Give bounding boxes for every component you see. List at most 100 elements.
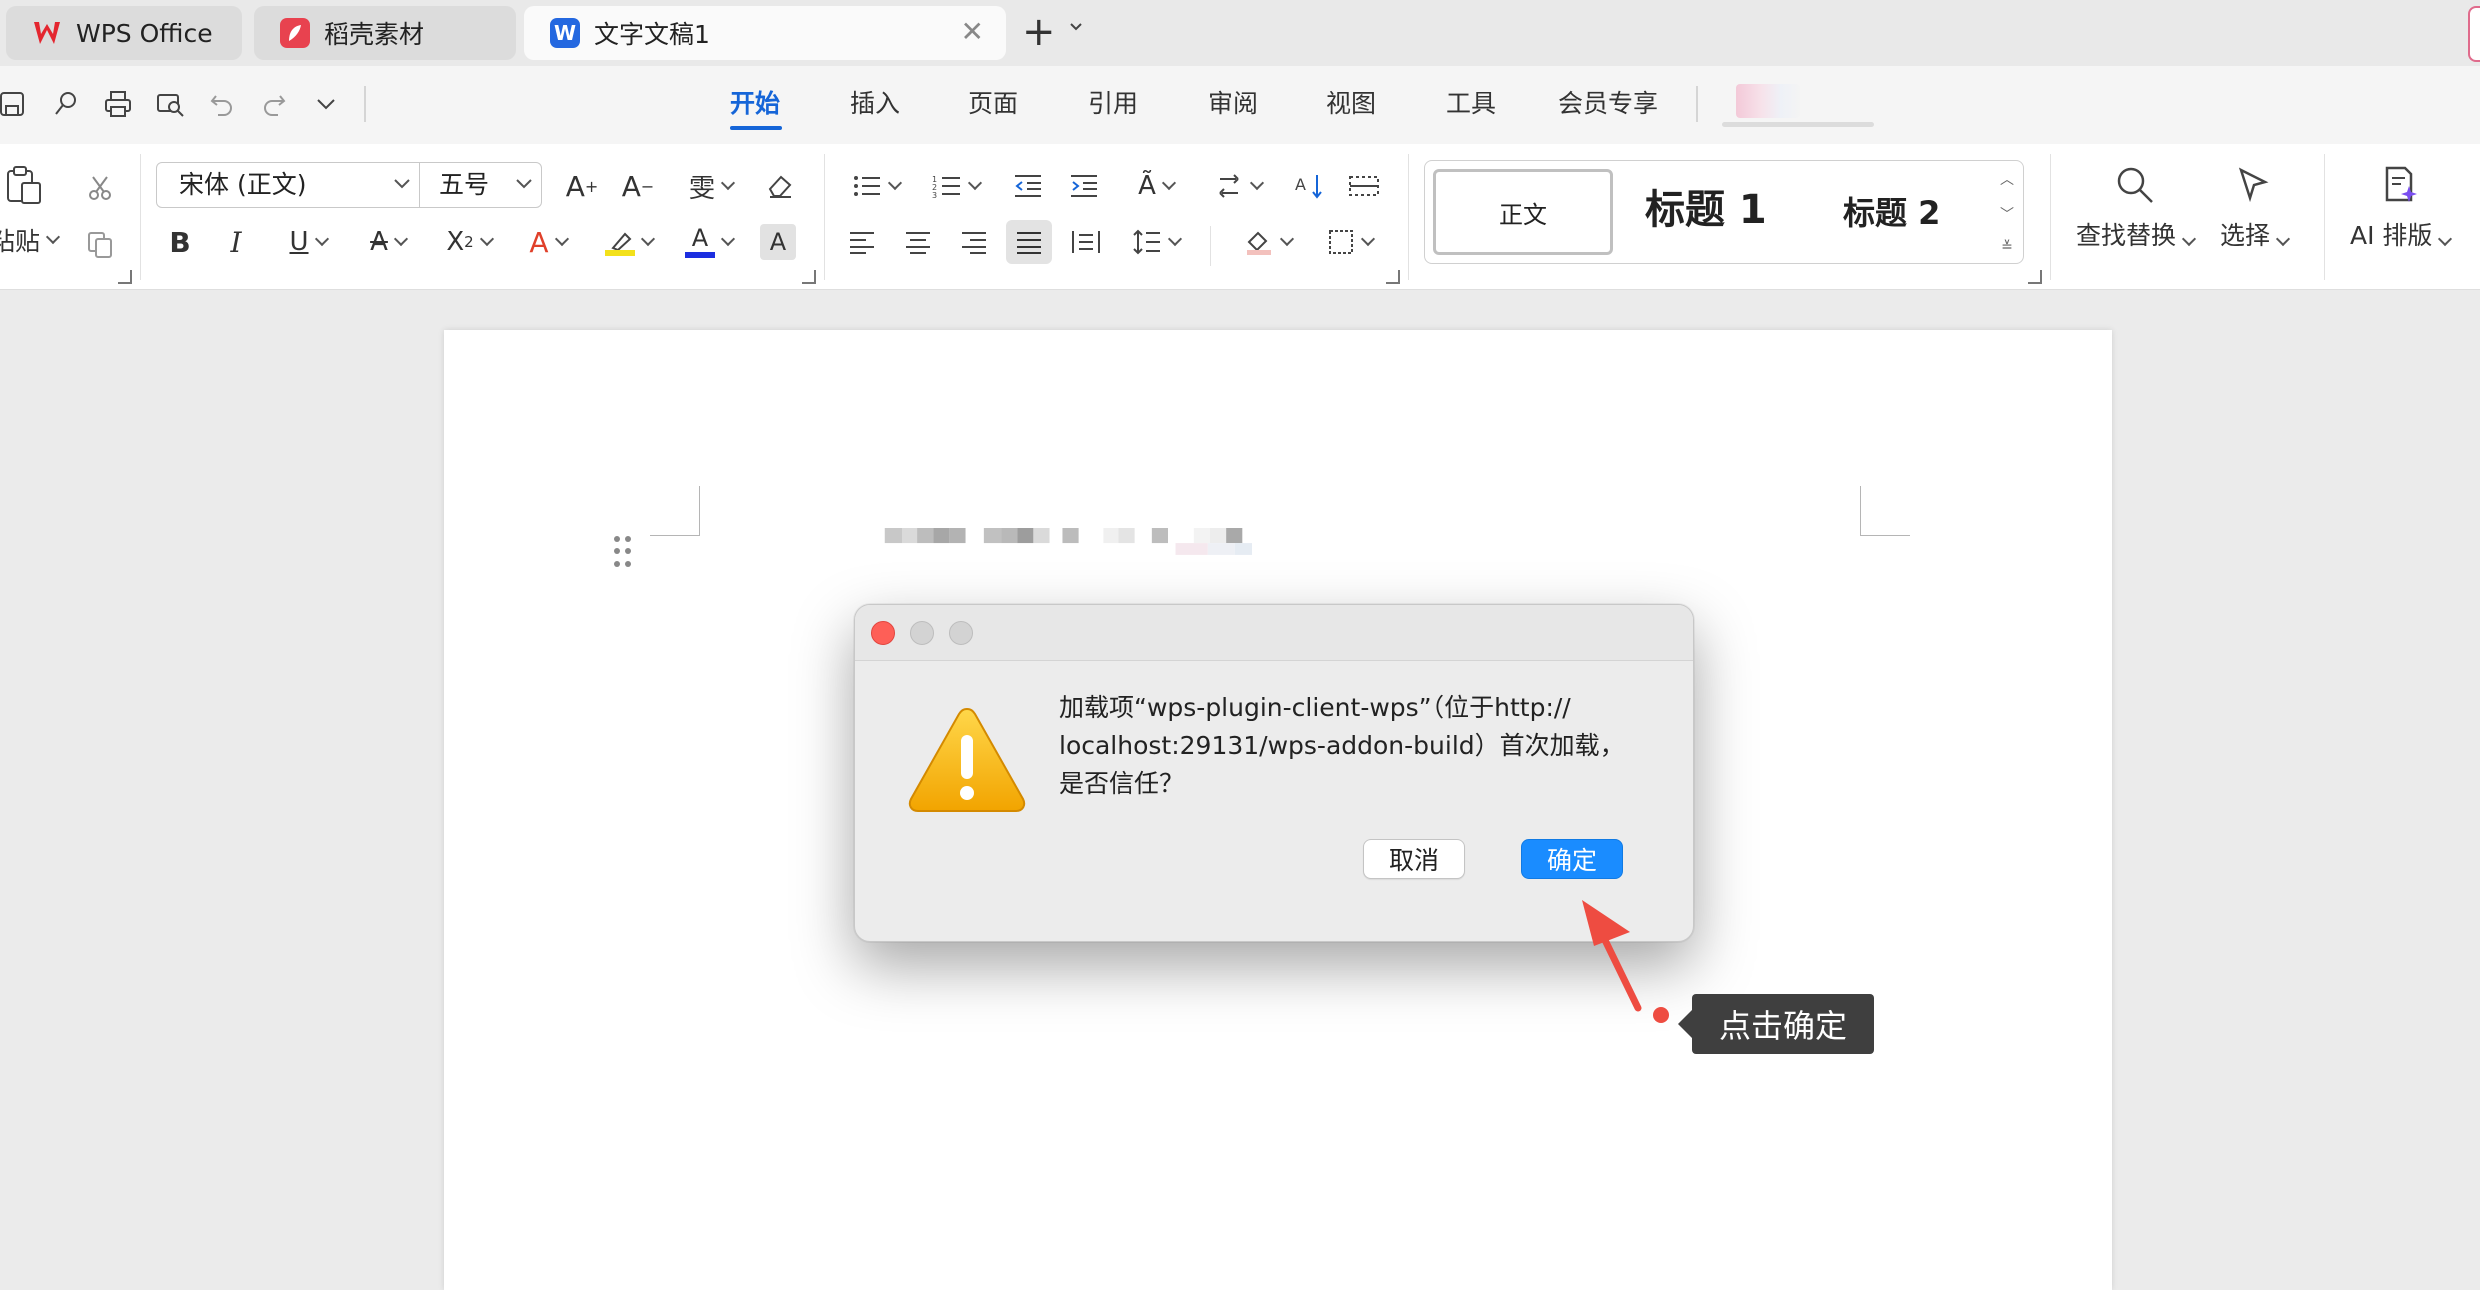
dialog-message: 加载项“wps-plugin-client-wps”（位于http:// loc… xyxy=(1059,693,1625,798)
blurred-account-area[interactable] xyxy=(1736,84,1800,118)
divider xyxy=(419,163,420,207)
align-center-icon[interactable] xyxy=(898,222,938,262)
paragraph-launcher-icon[interactable] xyxy=(1386,270,1400,284)
tab-review[interactable]: 审阅 xyxy=(1208,84,1258,124)
find-replace-button[interactable]: 查找替换 xyxy=(2076,164,2197,252)
redacted-text xyxy=(884,528,1252,555)
numbered-list-icon[interactable]: 123 xyxy=(924,164,988,208)
more-icon[interactable]: ≚ xyxy=(2001,239,2013,255)
clipboard-launcher-icon[interactable] xyxy=(118,270,132,284)
phonetic-guide-icon[interactable]: 雯 xyxy=(676,164,746,208)
sort-icon[interactable]: A xyxy=(1290,164,1330,208)
daoke-logo-icon xyxy=(280,18,310,48)
tab-daoke[interactable]: 稻壳素材 xyxy=(254,6,516,60)
increase-indent-icon[interactable] xyxy=(1064,164,1104,208)
text-effect-icon[interactable]: A xyxy=(516,222,580,262)
drag-handle-icon[interactable] xyxy=(614,536,636,568)
chevron-down-icon[interactable] xyxy=(513,171,535,201)
annotation-arrow xyxy=(1582,900,1642,1012)
chevron-down-icon[interactable] xyxy=(306,84,346,124)
underline-icon[interactable]: U xyxy=(276,222,340,262)
cut-icon[interactable] xyxy=(80,168,120,208)
decrease-indent-icon[interactable] xyxy=(1008,164,1048,208)
chevron-down-icon[interactable] xyxy=(1068,18,1084,37)
tab-insert[interactable]: 插入 xyxy=(850,84,900,124)
ai-layout-button[interactable]: AI 排版 xyxy=(2350,164,2453,252)
find-replace-label: 查找替换 xyxy=(2076,221,2177,250)
cancel-button[interactable]: 取消 xyxy=(1363,839,1465,879)
shrink-font-icon[interactable]: A − xyxy=(616,164,660,208)
grow-font-icon[interactable]: A + xyxy=(560,164,604,208)
style-heading-2[interactable]: 标题 2 xyxy=(1843,183,1940,243)
select-button[interactable]: 选择 xyxy=(2220,164,2291,252)
style-normal[interactable]: 正文 xyxy=(1433,169,1613,255)
tab-member[interactable]: 会员专享 xyxy=(1558,84,1658,124)
paste-icon[interactable] xyxy=(0,164,48,208)
borders-icon[interactable] xyxy=(1318,222,1382,262)
font-launcher-icon[interactable] xyxy=(802,270,816,284)
window-zoom-icon xyxy=(949,621,973,645)
show-marks-icon[interactable] xyxy=(1344,164,1384,208)
bullet-list-icon[interactable] xyxy=(844,164,908,208)
blurred-account-underline xyxy=(1722,122,1874,127)
distribute-icon[interactable] xyxy=(1066,222,1106,262)
divider xyxy=(1696,86,1698,122)
style-heading-1[interactable]: 标题 1 xyxy=(1645,177,1767,243)
save-icon[interactable] xyxy=(0,84,32,124)
new-tab-icon[interactable]: + xyxy=(1022,10,1056,54)
divider xyxy=(140,154,141,280)
bold-icon[interactable]: B xyxy=(160,222,200,262)
text-direction-icon[interactable]: Ã xyxy=(1124,164,1188,208)
tab-wps-office[interactable]: WPS Office xyxy=(6,6,242,60)
copy-icon[interactable] xyxy=(80,224,120,264)
print-preview-icon[interactable] xyxy=(150,84,190,124)
styles-gallery: 正文 标题 1 标题 2 ︿ ﹀ ≚ xyxy=(1424,160,2024,264)
tab-view[interactable]: 视图 xyxy=(1326,84,1376,124)
eraser-icon[interactable] xyxy=(758,164,802,208)
undo-icon[interactable] xyxy=(202,84,242,124)
close-icon[interactable]: ✕ xyxy=(961,18,984,46)
tab-page[interactable]: 页面 xyxy=(968,84,1018,124)
divider xyxy=(824,154,825,280)
highlight-icon[interactable] xyxy=(596,222,662,262)
shading-icon[interactable] xyxy=(1236,222,1300,262)
font-selector[interactable]: 宋体 (正文) 五号 xyxy=(156,162,542,208)
align-right-icon[interactable] xyxy=(954,222,994,262)
window-edge xyxy=(2468,6,2480,62)
format-painter-icon[interactable] xyxy=(46,84,86,124)
styles-launcher-icon[interactable] xyxy=(2028,270,2042,284)
redo-icon[interactable] xyxy=(254,84,294,124)
styles-scroll[interactable]: ︿ ﹀ ≚ xyxy=(1997,169,2017,255)
chevron-down-icon[interactable]: ﹀ xyxy=(2000,204,2014,224)
chevron-up-icon[interactable]: ︿ xyxy=(2000,169,2014,189)
tab-document[interactable]: W 文字文稿1 ✕ xyxy=(524,6,1006,60)
char-shading-icon[interactable]: A xyxy=(760,224,796,260)
search-icon xyxy=(2117,167,2153,203)
tab-home[interactable]: 开始 xyxy=(730,84,780,124)
line-spacing-icon[interactable] xyxy=(1124,222,1188,262)
paste-button[interactable]: 粘贴 xyxy=(0,222,61,258)
align-left-icon[interactable] xyxy=(842,222,882,262)
tab-label: 稻壳素材 xyxy=(324,20,425,49)
tab-label: WPS Office xyxy=(76,18,213,48)
confirm-button[interactable]: 确定 xyxy=(1521,839,1623,879)
window-close-icon[interactable] xyxy=(871,621,895,645)
dialog-titlebar[interactable] xyxy=(855,605,1693,661)
divider xyxy=(1210,226,1211,266)
tab-tools[interactable]: 工具 xyxy=(1446,84,1496,124)
justify-icon[interactable] xyxy=(1006,220,1052,264)
ribbon-toolbar: 粘贴 宋体 (正文) 五号 A + A − 雯 B I U A X2 A A A 1… xyxy=(0,144,2480,290)
divider xyxy=(364,86,366,122)
tab-label: 文字文稿1 xyxy=(594,20,710,49)
strikethrough-icon[interactable]: A xyxy=(356,222,420,262)
font-color-icon[interactable]: A xyxy=(676,222,742,262)
tab-references[interactable]: 引用 xyxy=(1088,84,1138,124)
print-icon[interactable] xyxy=(98,84,138,124)
paste-label: 粘贴 xyxy=(0,227,41,256)
chevron-down-icon[interactable] xyxy=(391,171,413,201)
superscript-icon[interactable]: X2 xyxy=(436,222,502,262)
annotation-label: 点击确定 xyxy=(1678,994,1874,1054)
italic-icon[interactable]: I xyxy=(216,222,256,262)
annotation-dot xyxy=(1653,1007,1669,1023)
line-break-icon[interactable] xyxy=(1206,164,1270,208)
